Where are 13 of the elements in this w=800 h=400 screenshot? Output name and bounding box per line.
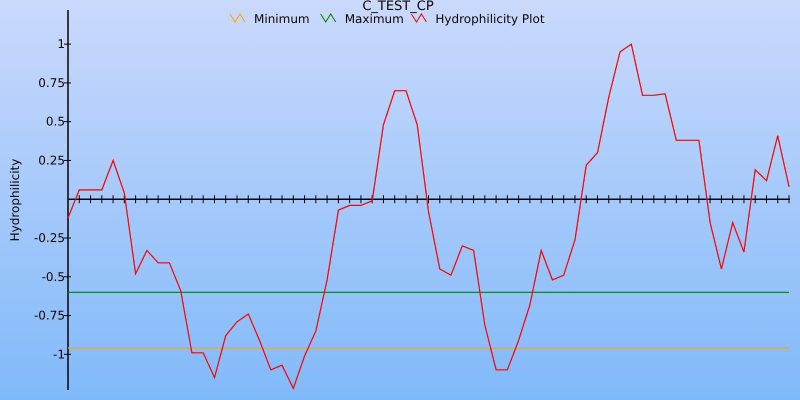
legend-label: Minimum — [254, 12, 310, 26]
chart-title: C_TEST_CP — [362, 0, 434, 14]
tick-label: 0.5 — [46, 114, 65, 129]
tick-label: -1 — [53, 347, 65, 362]
legend-label: Hydrophilicity Plot — [435, 12, 545, 26]
tick-label: -0.5 — [42, 270, 65, 284]
tick-label: 0.25 — [38, 153, 65, 168]
y-axis-label: Hydrophilicity — [8, 158, 22, 242]
tick-label: -0.75 — [34, 308, 65, 323]
tick-label: 1 — [57, 37, 65, 52]
tick-label: 0.75 — [38, 76, 65, 90]
legend-label: Maximum — [344, 12, 404, 26]
tick-label: -0.25 — [34, 231, 65, 245]
